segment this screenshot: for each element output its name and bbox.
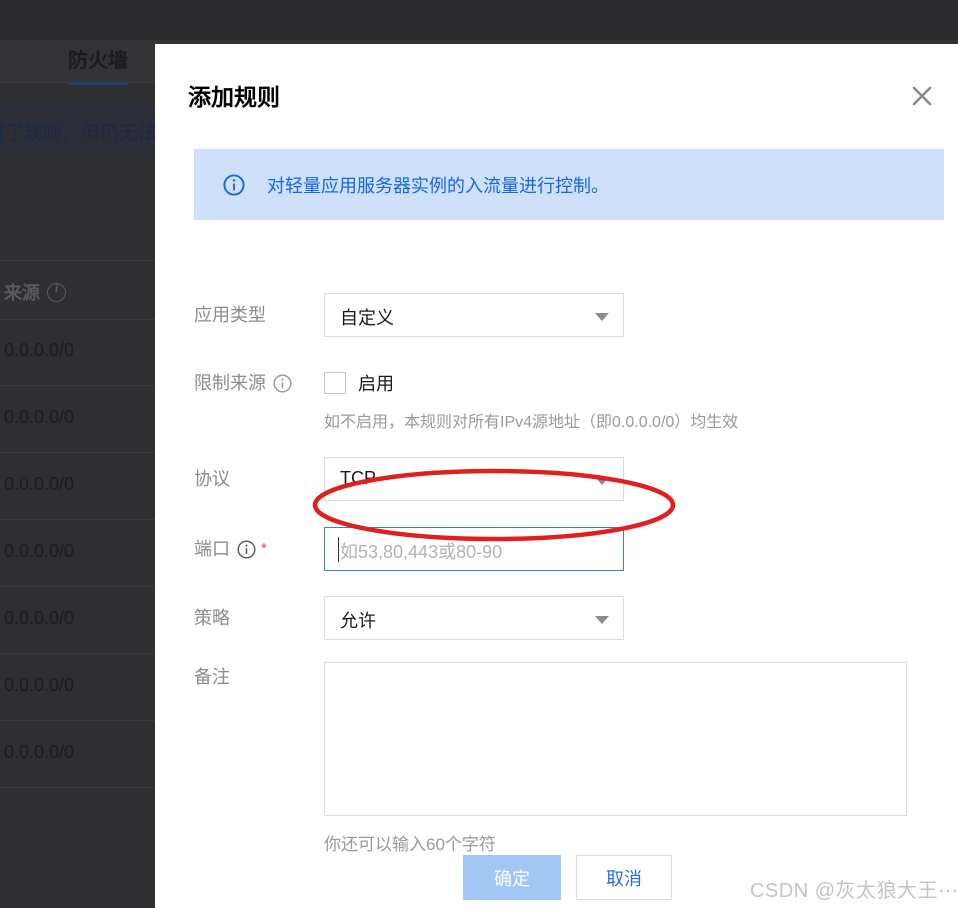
table-cell-source: 0.0.0.0/0: [4, 474, 75, 494]
field-row-remark: 备注 你还可以输入60个字符: [155, 618, 958, 854]
dialog-title: 添加规则: [188, 84, 280, 110]
label-remark: 备注: [194, 667, 230, 687]
limit-source-checkbox-label: 启用: [358, 374, 394, 394]
info-banner: 对轻量应用服务器实例的入流量进行控制。: [194, 149, 944, 220]
tab-firewall[interactable]: 防火墙: [68, 40, 128, 85]
table-cell-source: 0.0.0.0/0: [4, 742, 75, 762]
cancel-button[interactable]: 取消: [576, 855, 672, 900]
port-input-placeholder: 如53,80,443或80-90: [340, 542, 503, 562]
chevron-down-icon: [595, 313, 609, 321]
field-row-port: 端口 * 如53,80,443或80-90: [155, 527, 958, 571]
info-icon: [273, 374, 292, 393]
label-app-type: 应用类型: [194, 305, 266, 325]
select-protocol-value: TCP: [340, 468, 376, 488]
port-input[interactable]: 如53,80,443或80-90: [324, 527, 624, 571]
dialog-header: 添加规则: [155, 44, 958, 140]
background-topbar: [0, 0, 958, 40]
limit-source-help-text: 如不启用，本规则对所有IPv4源地址（即0.0.0.0/0）均生效: [324, 414, 739, 431]
info-circle-icon: [223, 173, 245, 196]
table-cell-source: 0.0.0.0/0: [4, 675, 75, 695]
add-rule-dialog: 添加规则 对轻量应用服务器实例的入流量进行控制。 应用类型 自定义 限制来源 启…: [155, 44, 958, 908]
background-notice-text: 置了规则，但仍无法: [0, 123, 158, 144]
label-limit-source-text: 限制来源: [194, 373, 266, 393]
limit-source-checkbox[interactable]: [324, 372, 346, 394]
label-protocol: 协议: [194, 469, 230, 489]
chevron-down-icon: [595, 477, 609, 485]
text-cursor: [338, 537, 339, 562]
label-port: 端口 *: [194, 538, 267, 560]
field-row-protocol: 协议 TCP: [155, 457, 958, 501]
confirm-button[interactable]: 确定: [463, 855, 561, 900]
field-row-app-type: 应用类型 自定义: [155, 293, 958, 337]
select-app-type[interactable]: 自定义: [324, 293, 624, 337]
table-cell-source: 0.0.0.0/0: [4, 407, 75, 427]
column-header-source-label: 来源: [4, 283, 40, 303]
table-cell-source: 0.0.0.0/0: [4, 541, 75, 561]
select-app-type-value: 自定义: [340, 308, 394, 328]
remark-textarea[interactable]: [324, 662, 907, 816]
info-icon: [47, 281, 66, 302]
table-cell-source: 0.0.0.0/0: [4, 608, 75, 628]
watermark: CSDN @灰太狼大王⋯: [750, 880, 958, 902]
close-icon[interactable]: [904, 78, 940, 114]
label-port-text: 端口: [194, 539, 230, 559]
info-icon: [237, 540, 256, 559]
select-protocol[interactable]: TCP: [324, 457, 624, 501]
field-row-limit-source: 限制来源 启用 如不启用，本规则对所有IPv4源地址（即0.0.0.0/0）均生…: [155, 370, 958, 440]
column-header-source: 来源: [4, 279, 66, 305]
remark-character-counter: 你还可以输入60个字符: [324, 835, 496, 854]
label-limit-source: 限制来源: [194, 372, 292, 394]
info-banner-text: 对轻量应用服务器实例的入流量进行控制。: [267, 175, 609, 196]
table-cell-source: 0.0.0.0/0: [4, 340, 75, 360]
limit-source-checkbox-wrap[interactable]: 启用: [324, 370, 394, 396]
required-marker: *: [261, 540, 267, 557]
